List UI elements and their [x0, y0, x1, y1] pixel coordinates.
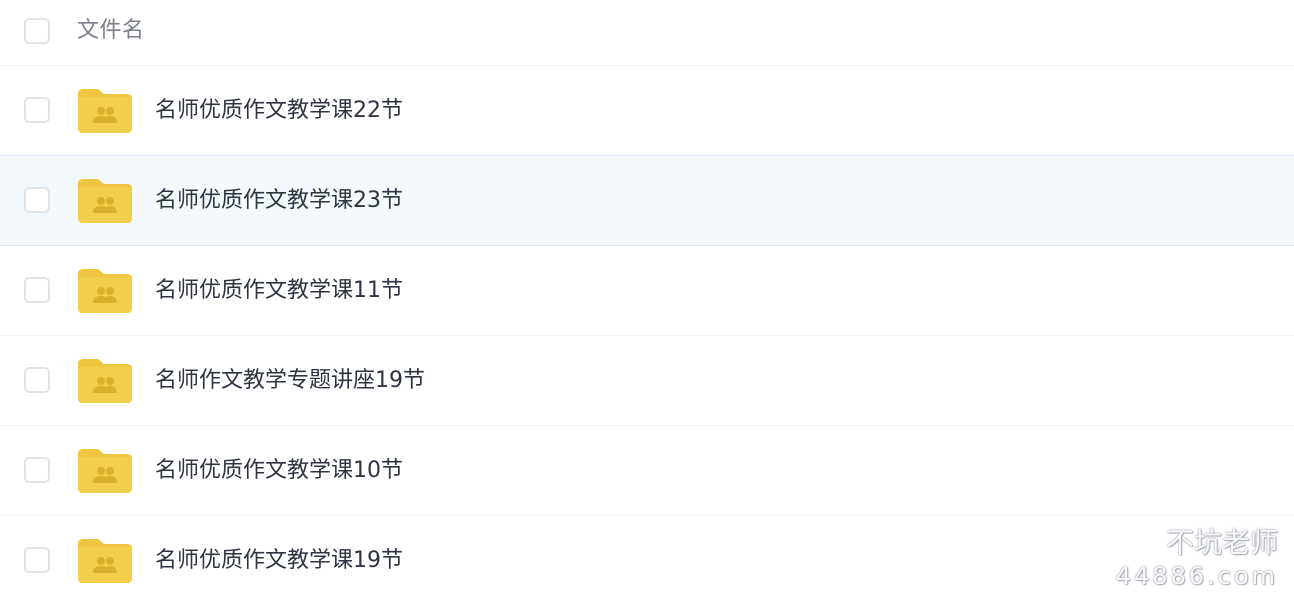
- shared-folder-icon[interactable]: [78, 179, 132, 223]
- shared-folder-icon[interactable]: [78, 359, 132, 403]
- row-checkbox[interactable]: [24, 367, 50, 393]
- shared-folder-icon[interactable]: [78, 539, 132, 583]
- file-name[interactable]: 名师作文教学专题讲座19节: [155, 366, 425, 396]
- file-list: 名师优质作文教学课22节 名师优质作文教学课23节 名师优质作文教学课11节 名…: [0, 66, 1294, 602]
- file-list-header: 文件名: [0, 0, 1294, 66]
- file-name[interactable]: 名师优质作文教学课23节: [155, 186, 403, 216]
- watermark: 不坑老师 44886.com: [1116, 524, 1278, 591]
- shared-folder-icon[interactable]: [78, 449, 132, 493]
- watermark-site: 44886.com: [1115, 562, 1278, 590]
- wechat-icon: [1128, 524, 1162, 561]
- file-name-column-header[interactable]: 文件名: [77, 16, 145, 46]
- file-name[interactable]: 名师优质作文教学课10节: [155, 456, 403, 486]
- file-row[interactable]: 名师优质作文教学课10节: [0, 426, 1294, 516]
- shared-folder-icon[interactable]: [78, 89, 132, 133]
- file-row[interactable]: 名师优质作文教学课22节: [0, 66, 1294, 156]
- file-row[interactable]: 名师优质作文教学课23节: [0, 155, 1294, 246]
- file-name[interactable]: 名师优质作文教学课11节: [155, 276, 403, 306]
- file-row[interactable]: 名师作文教学专题讲座19节: [0, 336, 1294, 426]
- file-row[interactable]: 名师优质作文教学课11节: [0, 246, 1294, 336]
- row-checkbox[interactable]: [24, 97, 50, 123]
- row-checkbox[interactable]: [24, 547, 50, 573]
- row-checkbox[interactable]: [24, 187, 50, 213]
- watermark-title: 不坑老师: [1165, 525, 1278, 559]
- file-row[interactable]: 名师优质作文教学课19节: [0, 516, 1294, 602]
- file-name[interactable]: 名师优质作文教学课22节: [155, 96, 403, 126]
- row-checkbox[interactable]: [24, 457, 50, 483]
- select-all-checkbox[interactable]: [24, 18, 50, 44]
- shared-folder-icon[interactable]: [78, 269, 132, 313]
- file-list-page: 文件名 名师优质作文教学课22节 名师优质作文教学课23节 名师优质作文教学课1…: [0, 0, 1294, 602]
- row-checkbox[interactable]: [24, 277, 50, 303]
- file-name[interactable]: 名师优质作文教学课19节: [155, 546, 403, 576]
